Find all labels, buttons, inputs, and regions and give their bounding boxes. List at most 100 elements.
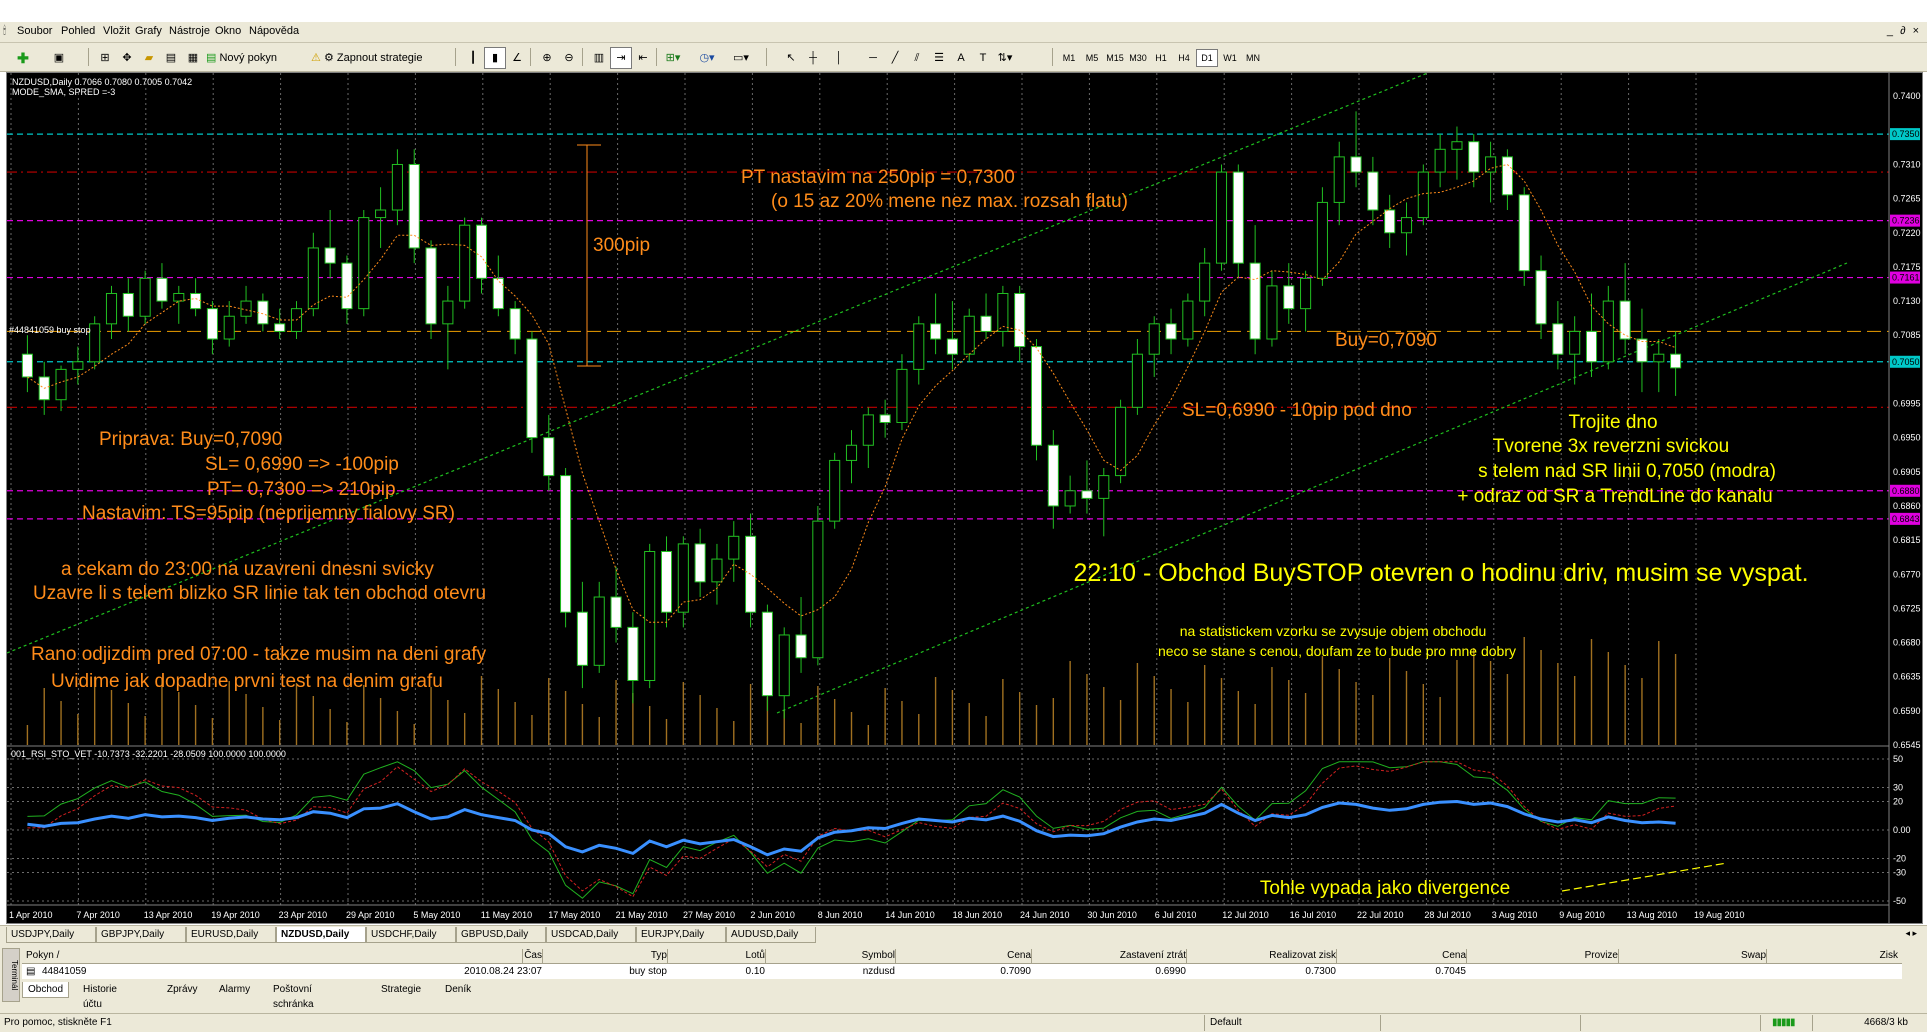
- tab-usdcad[interactable]: USDCAD,Daily: [546, 927, 636, 943]
- zoom-out-icon[interactable]: ⊖: [558, 47, 580, 69]
- text-icon[interactable]: A: [950, 47, 972, 69]
- start-strategy-button[interactable]: ⚠ ⚙ Zapnout strategie: [310, 47, 452, 69]
- tab-zpravy[interactable]: Zprávy: [162, 982, 203, 997]
- tab-audusd[interactable]: AUDUSD,Daily: [726, 927, 816, 943]
- tab-historie[interactable]: Historie účtu: [78, 982, 122, 1010]
- candle-body: [391, 163, 403, 211]
- tab-gbpusd[interactable]: GBPUSD,Daily: [456, 927, 546, 943]
- tab-denik[interactable]: Deník: [440, 982, 476, 997]
- col-cena2[interactable]: Cena: [1336, 949, 1467, 963]
- tab-alarmy[interactable]: Alarmy: [214, 982, 255, 997]
- tab-nzdusd[interactable]: NZDUSD,Daily: [276, 927, 366, 943]
- window-controls[interactable]: _ ∂ ×: [1887, 25, 1921, 37]
- tf-m30[interactable]: M30: [1127, 49, 1149, 67]
- profiles-icon[interactable]: ▣: [48, 47, 70, 69]
- annotation-prep3: PT= 0,7300 => 210pip: [207, 479, 396, 500]
- tab-usdchf[interactable]: USDCHF,Daily: [366, 927, 456, 943]
- col-take-profit[interactable]: Realizovat zisk: [1186, 949, 1337, 963]
- menu-soubor[interactable]: Soubor: [17, 25, 52, 37]
- market-watch-icon[interactable]: ⊞: [94, 47, 116, 69]
- menu-napoveda[interactable]: Nápověda: [249, 25, 299, 37]
- terminal-side-label[interactable]: Terminál: [2, 948, 20, 1002]
- candle-body: [122, 292, 134, 317]
- label-icon[interactable]: T: [972, 47, 994, 69]
- col-cena[interactable]: Cena: [895, 949, 1032, 963]
- tf-h1[interactable]: H1: [1150, 49, 1172, 67]
- tf-m1[interactable]: M1: [1058, 49, 1080, 67]
- vertical-line-icon[interactable]: │: [828, 47, 850, 69]
- candle-body: [778, 634, 790, 697]
- col-typ[interactable]: Typ: [542, 949, 668, 963]
- autoscroll-icon[interactable]: ⇥: [610, 47, 632, 69]
- tf-w1[interactable]: W1: [1219, 49, 1241, 67]
- bar-chart-icon[interactable]: ┃: [462, 47, 484, 69]
- price-chart[interactable]: 50 30 20 0.00 -20 -30 -50 1 Apr 2010 7 Apr 2010…: [7, 73, 1922, 923]
- tf-h4[interactable]: H4: [1173, 49, 1195, 67]
- trendline-icon[interactable]: ╱: [884, 47, 906, 69]
- tf-m15[interactable]: M15: [1104, 49, 1126, 67]
- tab-gbpjpy[interactable]: GBPJPY,Daily: [96, 927, 186, 943]
- menu-vlozit[interactable]: Vložit: [103, 25, 130, 37]
- periods-icon[interactable]: ◷▾: [696, 47, 718, 69]
- folder-icon[interactable]: ▰: [138, 47, 160, 69]
- tabs-scroll-icon[interactable]: ◂ ▸: [1905, 928, 1917, 939]
- col-symbol[interactable]: Symbol: [765, 949, 896, 963]
- rsi-line: [27, 799, 1676, 857]
- arrows-icon[interactable]: ⇅▾: [994, 47, 1016, 69]
- terminal-icon[interactable]: ▤: [160, 47, 182, 69]
- tab-strategie[interactable]: Strategie: [376, 982, 426, 997]
- menu-nastroje[interactable]: Nástroje: [169, 25, 210, 37]
- col-lotu[interactable]: Lotů: [667, 949, 766, 963]
- col-cas[interactable]: Čas: [522, 949, 543, 963]
- order-icon: ▤: [26, 966, 36, 977]
- col-provize[interactable]: Provize: [1466, 949, 1619, 963]
- new-chart-icon[interactable]: ✚: [12, 47, 34, 69]
- templates-icon[interactable]: ▭▾: [730, 47, 752, 69]
- date-tick-label: 7 Apr 2010: [76, 910, 120, 920]
- terminal-header: Pokyn / Čas Typ Lotů Symbol Cena Zastave…: [22, 948, 1902, 964]
- strategy-warning-icon: ⚠: [311, 52, 321, 64]
- fibonacci-icon[interactable]: ☰: [928, 47, 950, 69]
- candle-body: [21, 353, 33, 378]
- tile-icon[interactable]: ▥: [588, 47, 610, 69]
- cursor-icon[interactable]: ↖: [780, 47, 802, 69]
- col-swap[interactable]: Swap: [1618, 949, 1767, 963]
- line-chart-icon[interactable]: ∠: [506, 47, 528, 69]
- order-marker[interactable]: #44841059 buy stop: [9, 325, 91, 335]
- indicators-icon[interactable]: ⊞▾: [662, 47, 684, 69]
- tf-d1[interactable]: D1: [1196, 49, 1218, 67]
- zoom-in-icon[interactable]: ⊕: [536, 47, 558, 69]
- table-row[interactable]: ▤ 44841059 2010.08.24 23:07 buy stop 0.1…: [22, 964, 1902, 979]
- col-zisk[interactable]: Zisk: [1766, 949, 1898, 963]
- start-strategy-label: Zapnout strategie: [336, 52, 423, 64]
- tab-postovni[interactable]: Poštovní schránka: [268, 982, 319, 1010]
- candle-body: [257, 300, 269, 325]
- chart-shift-icon[interactable]: ⇤: [632, 47, 654, 69]
- chart-window[interactable]: 50 30 20 0.00 -20 -30 -50 1 Apr 2010 7 Apr 2010…: [6, 72, 1923, 924]
- date-tick-label: 8 Jun 2010: [818, 910, 863, 920]
- tf-m5[interactable]: M5: [1081, 49, 1103, 67]
- candle-body: [745, 535, 757, 613]
- navigator-icon[interactable]: ✥: [116, 47, 138, 69]
- channel-icon[interactable]: ⫽: [906, 47, 928, 69]
- col-pokyn[interactable]: Pokyn /: [26, 949, 523, 963]
- annotation-triple3: s telem nad SR linii 0,7050 (modra): [1478, 461, 1776, 482]
- menu-okno[interactable]: Okno: [215, 25, 241, 37]
- tab-obchod[interactable]: Obchod: [22, 982, 70, 998]
- crosshair-icon[interactable]: ┼: [802, 47, 824, 69]
- menu-pohled[interactable]: Pohled: [61, 25, 95, 37]
- tf-mn[interactable]: MN: [1242, 49, 1264, 67]
- tab-eurusd[interactable]: EURUSD,Daily: [186, 927, 276, 943]
- candle-body: [593, 596, 605, 666]
- tab-eurjpy[interactable]: EURJPY,Daily: [636, 927, 726, 943]
- new-order-button[interactable]: ▤ Nový pokyn: [205, 47, 305, 69]
- tester-icon[interactable]: ▦: [182, 47, 204, 69]
- tab-usdjpy[interactable]: USDJPY,Daily: [6, 927, 96, 943]
- candle-body: [1199, 262, 1211, 302]
- menu-grafy[interactable]: Grafy: [135, 25, 162, 37]
- status-bar: Pro pomoc, stiskněte F1 Default ▮▮▮▮▮ 46…: [0, 1013, 1927, 1032]
- col-stop-loss[interactable]: Zastavení ztrát: [1031, 949, 1187, 963]
- candle-body: [1047, 444, 1059, 507]
- horizontal-line-icon[interactable]: ─: [862, 47, 884, 69]
- candlestick-icon[interactable]: ▮: [484, 47, 506, 69]
